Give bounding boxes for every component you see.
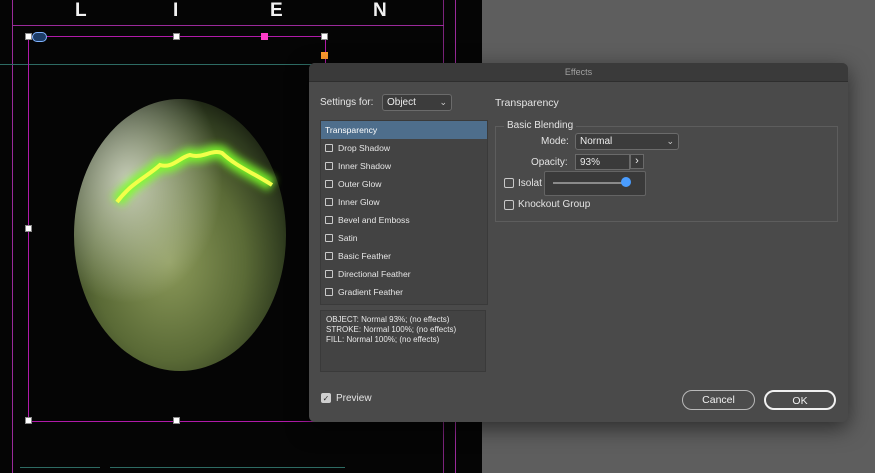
ruler-guide xyxy=(20,467,100,468)
opacity-popup-toggle[interactable]: › xyxy=(630,154,644,169)
effect-checkbox[interactable] xyxy=(325,270,333,278)
effect-checkbox[interactable] xyxy=(325,288,333,296)
frame-handle[interactable] xyxy=(321,33,328,40)
effect-checkbox[interactable] xyxy=(325,216,333,224)
dialog-title: Effects xyxy=(309,63,848,82)
effect-item-drop-shadow[interactable]: Drop Shadow xyxy=(321,139,487,157)
frame-handle[interactable] xyxy=(173,417,180,424)
margin-guide xyxy=(12,0,13,473)
effect-label: Gradient Feather xyxy=(338,287,403,297)
selected-frame[interactable] xyxy=(28,36,326,422)
chevron-down-icon: ⌄ xyxy=(439,97,447,107)
effect-label: Directional Feather xyxy=(338,269,411,279)
effect-label: Outer Glow xyxy=(338,179,382,189)
effect-item-outer-glow[interactable]: Outer Glow xyxy=(321,175,487,193)
headline-letter: L xyxy=(75,0,87,21)
effects-list: Transparency Drop Shadow Inner Shadow Ou… xyxy=(320,120,488,305)
effect-item-gradient-feather[interactable]: Gradient Feather xyxy=(321,283,487,301)
effect-label: Inner Glow xyxy=(338,197,380,207)
basic-blending-legend: Basic Blending xyxy=(504,120,577,131)
effect-checkbox[interactable] xyxy=(325,234,333,242)
knockout-checkbox[interactable] xyxy=(504,200,514,210)
chevron-down-icon: ⌄ xyxy=(666,136,674,146)
effect-label: Bevel and Emboss xyxy=(338,215,410,225)
settings-for-label: Settings for: xyxy=(320,97,374,108)
ok-button[interactable]: OK xyxy=(764,390,836,410)
summary-line: OBJECT: Normal 93%; (no effects) xyxy=(326,315,450,324)
opacity-slider-thumb[interactable] xyxy=(620,177,631,187)
mode-value: Normal xyxy=(580,136,613,147)
effect-label: Drop Shadow xyxy=(338,143,391,153)
effect-checkbox[interactable] xyxy=(325,180,333,188)
frame-handle[interactable] xyxy=(25,225,32,232)
margin-guide xyxy=(12,25,444,26)
frame-handle[interactable] xyxy=(321,52,328,59)
effect-item-inner-glow[interactable]: Inner Glow xyxy=(321,193,487,211)
preview-label: Preview xyxy=(336,393,372,404)
settings-for-value: Object xyxy=(387,97,416,108)
opacity-input[interactable]: 93% xyxy=(575,154,630,170)
settings-for-select[interactable]: Object ⌄ xyxy=(382,94,452,111)
cancel-button[interactable]: Cancel xyxy=(682,390,755,410)
frame-handle[interactable] xyxy=(25,33,32,40)
opacity-slider-popup xyxy=(544,171,646,196)
headline-letter: E xyxy=(270,0,283,21)
ruler-guide xyxy=(110,467,345,468)
effect-item-satin[interactable]: Satin xyxy=(321,229,487,247)
frame-handle[interactable] xyxy=(173,33,180,40)
effect-item-directional-feather[interactable]: Directional Feather xyxy=(321,265,487,283)
preview-checkbox[interactable]: ✓ xyxy=(321,393,331,403)
mode-select[interactable]: Normal ⌄ xyxy=(575,133,679,150)
isolate-checkbox[interactable] xyxy=(504,178,514,188)
effect-checkbox[interactable] xyxy=(325,198,333,206)
effect-label: Inner Shadow xyxy=(338,161,392,171)
effect-item-inner-shadow[interactable]: Inner Shadow xyxy=(321,157,487,175)
summary-line: FILL: Normal 100%; (no effects) xyxy=(326,335,440,344)
knockout-label: Knockout Group xyxy=(518,199,591,210)
effect-checkbox[interactable] xyxy=(325,162,333,170)
effect-checkbox[interactable] xyxy=(325,144,333,152)
effect-checkbox[interactable] xyxy=(325,252,333,260)
effect-item-bevel-and-emboss[interactable]: Bevel and Emboss xyxy=(321,211,487,229)
effect-label: Satin xyxy=(338,233,358,243)
summary-line: STROKE: Normal 100%; (no effects) xyxy=(326,325,457,334)
effects-dialog: Effects Settings for: Object ⌄ Transpare… xyxy=(309,63,848,422)
effect-item-basic-feather[interactable]: Basic Feather xyxy=(321,247,487,265)
frame-handle[interactable] xyxy=(25,417,32,424)
isolate-label: Isolat xyxy=(518,178,542,189)
headline-letter: N xyxy=(373,0,387,21)
effect-item-transparency[interactable]: Transparency xyxy=(321,121,487,139)
headline-text: L I E N xyxy=(60,0,480,22)
link-icon[interactable] xyxy=(32,32,47,42)
frame-handle[interactable] xyxy=(261,33,268,40)
headline-letter: I xyxy=(173,0,179,21)
mode-label: Mode: xyxy=(541,136,569,147)
opacity-slider-track[interactable] xyxy=(553,182,629,184)
effect-label: Transparency xyxy=(325,125,378,135)
effects-summary: OBJECT: Normal 93%; (no effects) STROKE:… xyxy=(320,310,486,372)
section-title: Transparency xyxy=(495,97,559,109)
opacity-label: Opacity: xyxy=(531,157,568,168)
effect-label: Basic Feather xyxy=(338,251,392,261)
